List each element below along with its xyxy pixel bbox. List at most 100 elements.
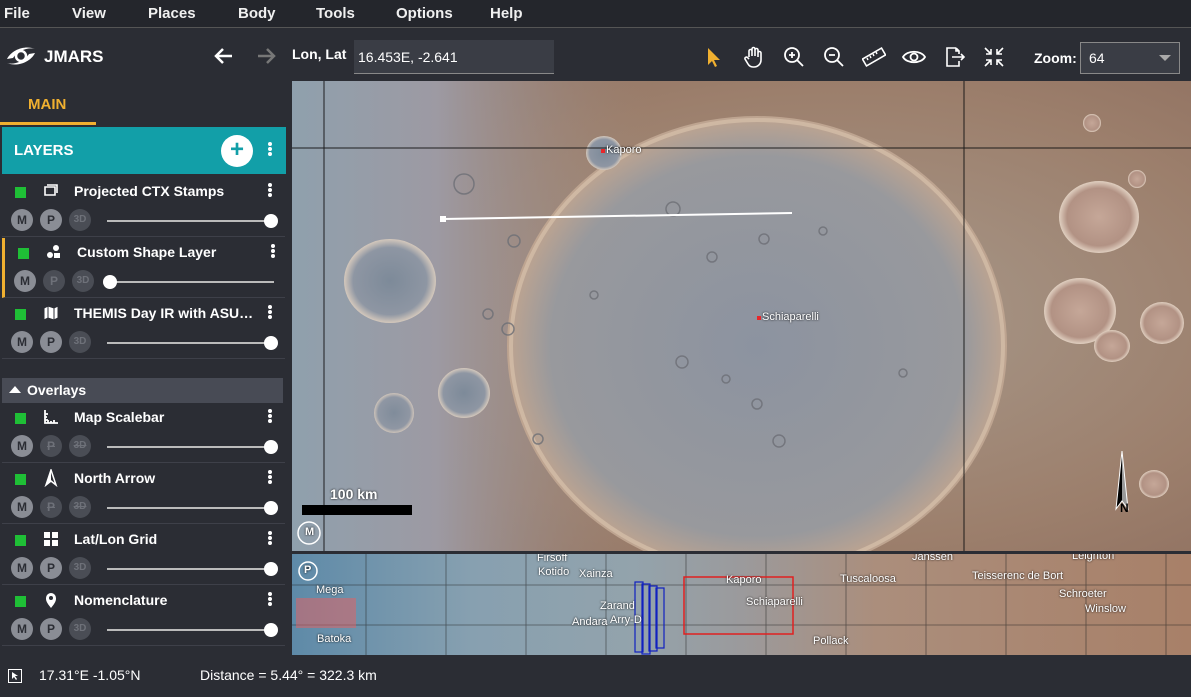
main-view-toggle[interactable]: M bbox=[11, 435, 33, 457]
panner-view-toggle[interactable]: P bbox=[40, 557, 62, 579]
panner-label-arry-d: Arry-D bbox=[610, 614, 642, 626]
layer-visible-checkbox[interactable] bbox=[15, 187, 26, 198]
menu-view[interactable]: View bbox=[72, 5, 106, 22]
layer-row[interactable]: Map Scalebar M P 3D bbox=[2, 403, 285, 463]
menu-places[interactable]: Places bbox=[148, 5, 196, 22]
layer-name: Projected CTX Stamps bbox=[74, 183, 225, 199]
pan-hand-icon[interactable] bbox=[742, 45, 766, 69]
tab-main[interactable]: MAIN bbox=[0, 81, 96, 125]
lonlat-input[interactable] bbox=[354, 40, 554, 74]
3d-view-toggle[interactable]: 3D bbox=[72, 270, 94, 292]
layer-menu-icon[interactable] bbox=[267, 469, 273, 487]
select-arrow-icon[interactable] bbox=[702, 45, 726, 69]
layer-row[interactable]: Nomenclature M P 3D bbox=[2, 586, 285, 646]
place-marker bbox=[757, 316, 761, 320]
collapse-icon[interactable] bbox=[982, 45, 1006, 69]
opacity-slider[interactable] bbox=[107, 507, 271, 509]
main-view-toggle[interactable]: M bbox=[14, 270, 36, 292]
layers-menu-icon[interactable] bbox=[267, 141, 273, 159]
main-view-toggle[interactable]: M bbox=[11, 618, 33, 640]
main-view-toggle[interactable]: M bbox=[11, 209, 33, 231]
panner-map[interactable]: P Firsoff Kotido Xainza Kaporo Schiapare… bbox=[292, 554, 1191, 655]
opacity-slider-handle[interactable] bbox=[103, 275, 117, 289]
layers-header: LAYERS + bbox=[2, 127, 286, 174]
3d-view-toggle[interactable]: 3D bbox=[69, 496, 91, 518]
layer-visible-checkbox[interactable] bbox=[15, 413, 26, 424]
layer-menu-icon[interactable] bbox=[267, 530, 273, 548]
map-icon bbox=[42, 304, 60, 322]
opacity-slider[interactable] bbox=[107, 446, 271, 448]
layer-visible-checkbox[interactable] bbox=[15, 535, 26, 546]
zoom-out-icon[interactable] bbox=[822, 45, 846, 69]
opacity-slider[interactable] bbox=[107, 568, 271, 570]
3d-view-toggle[interactable]: 3D bbox=[69, 209, 91, 231]
panner-view-toggle[interactable]: P bbox=[40, 496, 62, 518]
panner-view-toggle[interactable]: P bbox=[43, 270, 65, 292]
main-view-toggle[interactable]: M bbox=[11, 496, 33, 518]
layer-visible-checkbox[interactable] bbox=[18, 248, 29, 259]
zoom-in-icon[interactable] bbox=[782, 45, 806, 69]
eye-icon[interactable] bbox=[902, 45, 926, 69]
panner-label-tuscaloosa: Tuscaloosa bbox=[840, 573, 896, 585]
place-marker bbox=[601, 149, 605, 153]
place-label-kaporo[interactable]: Kaporo bbox=[606, 144, 641, 156]
place-label-schiaparelli[interactable]: Schiaparelli bbox=[762, 311, 819, 323]
layer-menu-icon[interactable] bbox=[267, 182, 273, 200]
panner-label-batoka: Batoka bbox=[317, 633, 352, 645]
layer-row[interactable]: Projected CTX Stamps M P 3D bbox=[2, 177, 285, 237]
layer-row[interactable]: Lat/Lon Grid M P 3D bbox=[2, 525, 285, 585]
tab-main-label: MAIN bbox=[28, 96, 67, 113]
zoom-select[interactable]: 64 bbox=[1080, 42, 1180, 74]
layer-row[interactable]: Custom Shape Layer M P 3D bbox=[2, 238, 285, 298]
opacity-slider-handle[interactable] bbox=[264, 562, 278, 576]
layer-row[interactable]: THEMIS Day IR with ASU ... M P 3D bbox=[2, 299, 285, 359]
3d-view-toggle[interactable]: 3D bbox=[69, 557, 91, 579]
panner-view-toggle[interactable]: P bbox=[40, 435, 62, 457]
layer-menu-icon[interactable] bbox=[270, 243, 276, 261]
opacity-slider-handle[interactable] bbox=[264, 501, 278, 515]
panner-view-toggle[interactable]: P bbox=[40, 618, 62, 640]
menu-help[interactable]: Help bbox=[490, 5, 523, 22]
shapes-icon bbox=[45, 243, 63, 261]
layer-menu-icon[interactable] bbox=[267, 304, 273, 322]
menu-file[interactable]: File bbox=[4, 5, 30, 22]
sidebar: MAIN LAYERS + Projected CTX Stamps M P 3D Cu… bbox=[0, 81, 288, 657]
panner-view-toggle[interactable]: P bbox=[40, 331, 62, 353]
3d-view-toggle[interactable]: 3D bbox=[69, 618, 91, 640]
panner-label-kaporo: Kaporo bbox=[726, 574, 762, 586]
opacity-slider[interactable] bbox=[107, 342, 271, 344]
chevron-down-icon bbox=[1159, 55, 1171, 61]
add-layer-button[interactable]: + bbox=[221, 135, 253, 167]
3d-view-toggle[interactable]: 3D bbox=[69, 435, 91, 457]
layer-name: Custom Shape Layer bbox=[77, 244, 217, 260]
layer-visible-checkbox[interactable] bbox=[15, 309, 26, 320]
main-view-toggle[interactable]: M bbox=[11, 331, 33, 353]
distance-readout: Distance = 5.44° = 322.3 km bbox=[200, 667, 377, 683]
layer-name: North Arrow bbox=[74, 470, 156, 486]
opacity-slider[interactable] bbox=[110, 281, 274, 283]
layer-menu-icon[interactable] bbox=[267, 408, 273, 426]
opacity-slider-handle[interactable] bbox=[264, 214, 278, 228]
layer-visible-checkbox[interactable] bbox=[15, 596, 26, 607]
3d-view-toggle[interactable]: 3D bbox=[69, 331, 91, 353]
opacity-slider-handle[interactable] bbox=[264, 440, 278, 454]
panner-view-toggle[interactable]: P bbox=[40, 209, 62, 231]
menu-body[interactable]: Body bbox=[238, 5, 276, 22]
menu-tools[interactable]: Tools bbox=[316, 5, 355, 22]
main-view-toggle[interactable]: M bbox=[11, 557, 33, 579]
layer-row[interactable]: North Arrow M P 3D bbox=[2, 464, 285, 524]
forward-arrow-icon[interactable] bbox=[254, 44, 278, 68]
main-map[interactable]: Kaporo Schiaparelli 100 km N M bbox=[292, 81, 1191, 551]
back-arrow-icon[interactable] bbox=[212, 44, 236, 68]
layer-name: Lat/Lon Grid bbox=[74, 531, 158, 547]
export-icon[interactable] bbox=[942, 45, 966, 69]
opacity-slider-handle[interactable] bbox=[264, 336, 278, 350]
ruler-icon[interactable] bbox=[862, 45, 886, 69]
overlays-header[interactable]: Overlays bbox=[2, 378, 283, 403]
opacity-slider-handle[interactable] bbox=[264, 623, 278, 637]
layer-menu-icon[interactable] bbox=[267, 591, 273, 609]
opacity-slider[interactable] bbox=[107, 220, 271, 222]
menu-options[interactable]: Options bbox=[396, 5, 453, 22]
opacity-slider[interactable] bbox=[107, 629, 271, 631]
layer-visible-checkbox[interactable] bbox=[15, 474, 26, 485]
